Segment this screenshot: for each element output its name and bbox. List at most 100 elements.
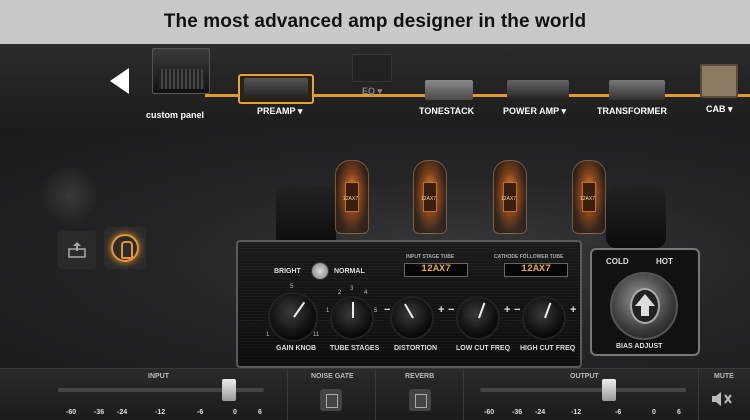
up-arrow-icon bbox=[635, 294, 655, 316]
bottom-divider bbox=[287, 369, 288, 420]
noise-gate-label: NOISE GATE bbox=[311, 373, 354, 380]
knob-pointer bbox=[404, 303, 414, 319]
bias-adjust-label: BIAS ADJUST bbox=[616, 343, 663, 350]
tonestack-label: TONESTACK bbox=[419, 106, 475, 116]
output-slider-handle[interactable] bbox=[602, 379, 616, 401]
output-scale-36: -36 bbox=[512, 409, 523, 416]
tube-1: 12AX7 bbox=[335, 160, 369, 246]
power-amp-thumbnail bbox=[507, 80, 569, 100]
bottom-divider bbox=[463, 369, 464, 420]
preamp-label: PREAMP ▾ bbox=[257, 106, 303, 116]
tube-stages-label: TUBE STAGES bbox=[330, 345, 380, 352]
bright-normal-toggle[interactable] bbox=[311, 262, 329, 280]
cathode-follower-tube-select[interactable]: 12AX7 bbox=[504, 263, 568, 277]
upload-icon bbox=[68, 242, 86, 258]
mute-label: MUTE bbox=[714, 373, 734, 380]
high-cut-freq-knob[interactable] bbox=[522, 296, 566, 340]
output-scale-6: -6 bbox=[615, 409, 622, 416]
input-scale-12: -12 bbox=[155, 409, 166, 416]
tonestack-thumbnail bbox=[425, 80, 473, 100]
input-label: INPUT bbox=[148, 373, 169, 380]
speaker-mute-icon bbox=[712, 392, 732, 406]
input-scale-60: -60 bbox=[66, 409, 77, 416]
cathode-follower-tube-label: CATHODE FOLLOWER TUBE bbox=[494, 254, 564, 260]
custom-panel-label: custom panel bbox=[146, 110, 205, 120]
custom-panel-thumbnail bbox=[152, 48, 210, 94]
transformer-thumbnail bbox=[609, 80, 665, 100]
output-scale-60: -60 bbox=[484, 409, 495, 416]
low-cut-freq-knob[interactable] bbox=[456, 296, 500, 340]
power-amp-label: POWER AMP ▾ bbox=[503, 106, 567, 116]
transformer-label: TRANSFORMER bbox=[597, 106, 667, 116]
low-cut-minus: − bbox=[448, 304, 455, 316]
inactive-control-ghost bbox=[42, 168, 98, 224]
promo-banner: The most advanced amp designer in the wo… bbox=[0, 0, 750, 44]
preamp-stage: 12AX7 12AX7 12AX7 12AX7 BRIGHT NORMAL IN… bbox=[0, 128, 750, 368]
input-scale-0: 0 bbox=[233, 409, 237, 416]
input-scale-plus6: 6 bbox=[258, 409, 262, 416]
knob-pointer bbox=[352, 302, 354, 318]
low-cut-plus: + bbox=[504, 304, 511, 316]
input-scale-6: -6 bbox=[197, 409, 204, 416]
distortion-plus: + bbox=[438, 304, 445, 316]
bottom-divider bbox=[698, 369, 699, 420]
high-cut-plus: + bbox=[570, 304, 577, 316]
reverb-button[interactable] bbox=[409, 389, 431, 411]
output-slider-track[interactable] bbox=[480, 388, 686, 392]
input-scale-24: -24 bbox=[117, 409, 128, 416]
distortion-label: DISTORTION bbox=[394, 345, 438, 352]
distortion-knob[interactable] bbox=[390, 296, 434, 340]
back-arrow-icon[interactable] bbox=[110, 68, 129, 94]
bright-label: BRIGHT bbox=[274, 268, 301, 275]
high-cut-minus: − bbox=[514, 304, 521, 316]
stages-tick-3: 3 bbox=[350, 286, 354, 292]
cab-label: CAB ▾ bbox=[706, 104, 733, 114]
bias-hot-label: HOT bbox=[656, 257, 673, 266]
preamp-thumbnail bbox=[244, 78, 308, 98]
signal-chain-bar: custom panel PREAMP ▾ EQ ▾ TONESTACK POW… bbox=[0, 44, 750, 128]
stages-tick-2: 2 bbox=[338, 290, 342, 296]
amp-designer-app: The most advanced amp designer in the wo… bbox=[0, 0, 750, 420]
bottom-divider bbox=[375, 369, 376, 420]
tube-tag: 12AX7 bbox=[421, 196, 437, 202]
bias-cold-label: COLD bbox=[606, 257, 629, 266]
eq-label: EQ ▾ bbox=[362, 86, 383, 96]
gain-tick-min: 1 bbox=[266, 332, 270, 338]
gain-knob[interactable] bbox=[268, 292, 318, 342]
noise-gate-button[interactable] bbox=[320, 389, 342, 411]
input-slider-handle[interactable] bbox=[222, 379, 236, 401]
input-stage-tube-select[interactable]: 12AX7 bbox=[404, 263, 468, 277]
mute-button[interactable] bbox=[710, 389, 734, 411]
tube-tag: 12AX7 bbox=[343, 196, 359, 202]
upload-button[interactable] bbox=[58, 231, 96, 269]
bottom-control-bar: INPUT -60 -36 -24 -12 -6 0 6 NOISE GATE … bbox=[0, 368, 750, 420]
cab-thumbnail bbox=[700, 64, 738, 98]
high-cut-freq-label: HIGH CUT FREQ bbox=[520, 345, 576, 352]
gain-tick-mid: 5 bbox=[290, 284, 294, 290]
output-scale-plus6: 6 bbox=[677, 409, 681, 416]
knob-pointer bbox=[478, 302, 486, 319]
transformer-right bbox=[606, 186, 666, 248]
output-scale-0: 0 bbox=[652, 409, 656, 416]
bias-adjust-dial[interactable] bbox=[610, 272, 678, 340]
knob-pointer bbox=[293, 301, 306, 318]
tube-icon bbox=[111, 234, 139, 262]
bias-dial-cap bbox=[630, 288, 660, 324]
input-scale-36: -36 bbox=[94, 409, 105, 416]
stages-tick-5: 5 bbox=[374, 308, 378, 314]
tube-tag: 12AX7 bbox=[501, 196, 517, 202]
preamp-control-panel: BRIGHT NORMAL INPUT STAGE TUBE 12AX7 CAT… bbox=[236, 240, 582, 368]
output-scale-12: -12 bbox=[571, 409, 582, 416]
tube-4: 12AX7 bbox=[572, 160, 606, 246]
tube-stages-knob[interactable] bbox=[330, 296, 374, 340]
tube-2: 12AX7 bbox=[413, 160, 447, 246]
tube-3: 12AX7 bbox=[493, 160, 527, 246]
gain-tick-max: 11 bbox=[313, 332, 320, 338]
input-stage-tube-label: INPUT STAGE TUBE bbox=[406, 254, 455, 260]
output-scale-24: -24 bbox=[535, 409, 546, 416]
tube-mode-button[interactable] bbox=[104, 227, 146, 269]
gain-knob-label: GAIN KNOB bbox=[276, 345, 317, 352]
output-label: OUTPUT bbox=[570, 373, 599, 380]
bias-adjust-panel: COLD HOT BIAS ADJUST bbox=[590, 248, 700, 356]
knob-pointer bbox=[544, 302, 552, 319]
